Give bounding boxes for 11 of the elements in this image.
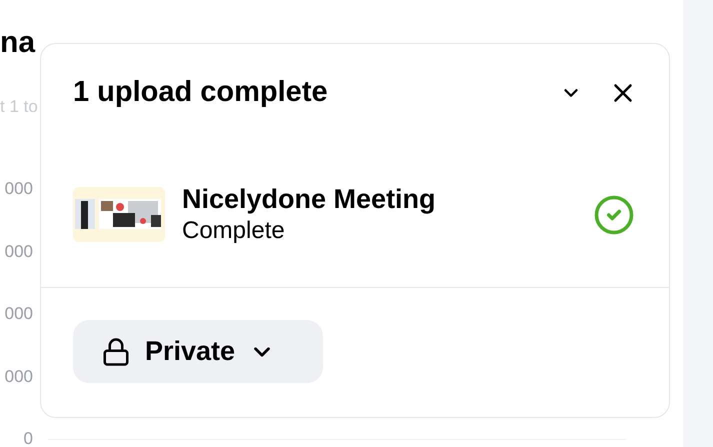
axis-label: 000 <box>4 368 33 384</box>
axis-label: 000 <box>4 180 33 197</box>
axis-label: 000 <box>4 305 33 322</box>
axis-label: 0 <box>24 430 33 447</box>
axis-label: 000 <box>4 242 33 260</box>
upload-status: Complete <box>182 216 286 246</box>
file-name: Nicelydone Meeting <box>182 182 437 216</box>
lock-icon <box>101 336 131 366</box>
panel-title: 1 upload complete <box>73 75 329 110</box>
visibility-button[interactable]: Private <box>73 320 323 383</box>
page-heading: na <box>0 28 36 58</box>
